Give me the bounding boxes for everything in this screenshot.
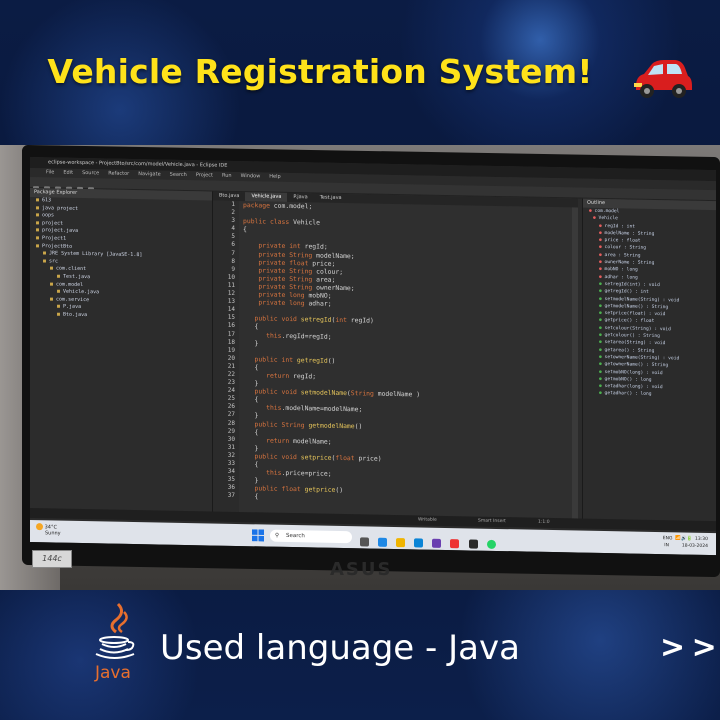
outline-item-label: getprice() : float	[604, 318, 655, 325]
outline-item-label: getmobNO() : long	[604, 376, 652, 383]
outline-item-label: regId : int	[604, 223, 635, 230]
outline-item-label: setcolour(String) : void	[604, 325, 671, 333]
outline-tree: ● com.model ● Vehicle ● regId : int ● model…	[583, 208, 716, 400]
tree-item-label: project.java	[42, 227, 79, 235]
outline-item-label: Vehicle	[598, 216, 618, 222]
package-explorer: Package Explorer ■ 613 ■ java project ■ oo…	[30, 188, 213, 512]
status-position: 1:1:0	[538, 519, 550, 525]
menu-item[interactable]: File	[46, 169, 54, 175]
menu-item[interactable]: Navigate	[138, 171, 160, 177]
outline-item-label: modelName : String	[604, 230, 655, 237]
outline-item[interactable]: ● getadhar() : long	[583, 390, 716, 400]
system-tray[interactable]: ENG 📶🔊🔋 13:30 IN 18-03-2024	[663, 535, 708, 550]
outline-item-label: area : String	[604, 252, 641, 259]
menu-item[interactable]: Edit	[63, 170, 73, 176]
tree-item-label: com.model	[56, 281, 84, 288]
code-editor[interactable]: Bto.java Vehicle.java P.java Test.java 1234…	[213, 191, 578, 519]
code-area[interactable]: package com.model; public class Vehicle{ …	[243, 201, 578, 518]
lang-indicator: ENG	[662, 536, 673, 542]
java-logo-text: Java	[94, 663, 131, 683]
whatsapp-icon[interactable]	[486, 539, 496, 549]
laptop-brand: ASUS	[330, 559, 393, 580]
outline-item-label: mobNO : long	[604, 267, 638, 274]
language-label: Used language - Java	[160, 628, 520, 668]
outline-item-label: getarea() : String	[604, 347, 655, 354]
tree-item-label: 613	[42, 197, 52, 204]
outline-view: Outline ● com.model ● Vehicle ● regId : in…	[582, 198, 716, 522]
menu-item[interactable]: Search	[170, 172, 187, 178]
taskbar-search[interactable]: ⚲ Search	[270, 529, 352, 544]
line-number-gutter: 1 2 3 4 5 6 7 8 9 10 11 12 13 14 15 16 17 18 19 20 21 22 23 24 2…	[213, 200, 239, 513]
outline-item-label: adhar : long	[604, 274, 638, 281]
menu-item[interactable]: Run	[222, 173, 232, 179]
outline-item-label: setmodelName(String) : void	[604, 296, 680, 304]
outline-item-label: getownerName() : String	[604, 362, 669, 369]
outline-item-label: setmobNO(long) : void	[604, 369, 663, 376]
outline-item-label: setarea(String) : void	[604, 340, 666, 347]
file-explorer-icon[interactable]	[396, 538, 406, 548]
menu-item[interactable]: Help	[269, 174, 280, 180]
outline-item-label: getregId() : int	[604, 289, 649, 296]
chrome-icon[interactable]	[468, 539, 478, 549]
laptop-screen: eclipse-workspace - ProjectBto/src/com/m…	[30, 157, 716, 556]
task-view-icon[interactable]	[360, 537, 369, 547]
eclipse-icon[interactable]	[432, 538, 442, 548]
menu-item[interactable]: Window	[241, 173, 261, 179]
laptop-photo: eclipse-workspace - ProjectBto/src/com/m…	[0, 145, 720, 590]
tree-item-label: oops	[42, 212, 55, 219]
status-mode: Writable	[418, 517, 437, 523]
tree-item-label: Vehicle.java	[63, 288, 100, 296]
page-title: Vehicle Registration System!	[47, 52, 593, 91]
car-icon	[634, 60, 692, 98]
search-placeholder: Search	[286, 532, 305, 540]
search-icon: ⚲	[275, 532, 280, 539]
menu-item[interactable]: Refactor	[108, 171, 129, 177]
line-number: 37	[227, 492, 235, 500]
tree-item-label: Bto.java	[63, 311, 88, 319]
outline-item-label: setownerName(String) : void	[604, 354, 680, 362]
outline-item-label: setprice(float) : void	[604, 311, 666, 318]
region-indicator: IN	[664, 543, 669, 549]
laptop-sticker: 144c	[32, 550, 72, 568]
tree-item-label: ProjectBto	[42, 242, 73, 250]
outline-item-label: price : float	[604, 238, 641, 244]
outline-item-label: colour : String	[604, 245, 647, 252]
tree-item-label: com.service	[56, 296, 90, 303]
tree-item-label: P.java	[63, 303, 82, 311]
outline-item-label: setadhar(long) : void	[604, 384, 663, 391]
java-logo-icon: Java	[94, 602, 135, 683]
status-insert: Smart Insert	[478, 518, 506, 525]
outline-item-label: com.model	[594, 208, 620, 215]
clock-time: 13:30	[695, 536, 708, 543]
weather-desc: Sunny	[45, 530, 61, 537]
outline-item-label: getmodelName() : String	[604, 303, 669, 311]
editor-tab[interactable]: P.java	[287, 193, 313, 203]
outline-item-label: getcolour() : String	[604, 333, 660, 340]
windows-start-icon[interactable]	[252, 529, 264, 542]
outline-item-label: getadhar() : long	[604, 391, 652, 398]
tree-item-label: project	[42, 220, 64, 227]
tree-item-label: java project	[42, 204, 79, 212]
menu-item[interactable]: Project	[196, 172, 213, 178]
widgets-icon[interactable]	[378, 537, 388, 547]
outline-item-label: ownerName : String	[604, 260, 655, 267]
menu-item[interactable]: Source	[82, 170, 99, 176]
tree-item-label: JRE System Library [JavaSE-1.8]	[49, 250, 143, 259]
outline-item-label: setregId(int) : void	[604, 282, 660, 289]
next-arrows[interactable]: > >	[660, 630, 717, 665]
package-tree: ■ 613 ■ java project ■ oops ■ project ■ proj…	[30, 197, 212, 322]
weather-widget[interactable]: 34°C Sunny	[36, 523, 61, 537]
edge-icon[interactable]	[414, 538, 424, 548]
clock-date: 18-03-2024	[681, 543, 708, 550]
editor-scrollbar[interactable]	[572, 207, 578, 519]
tree-item-label: com.client	[56, 265, 87, 273]
tree-item-label: Test.java	[63, 273, 91, 281]
tree-item-label: Project1	[42, 235, 67, 242]
tree-item-label: src	[49, 258, 59, 265]
store-icon[interactable]	[450, 539, 460, 549]
